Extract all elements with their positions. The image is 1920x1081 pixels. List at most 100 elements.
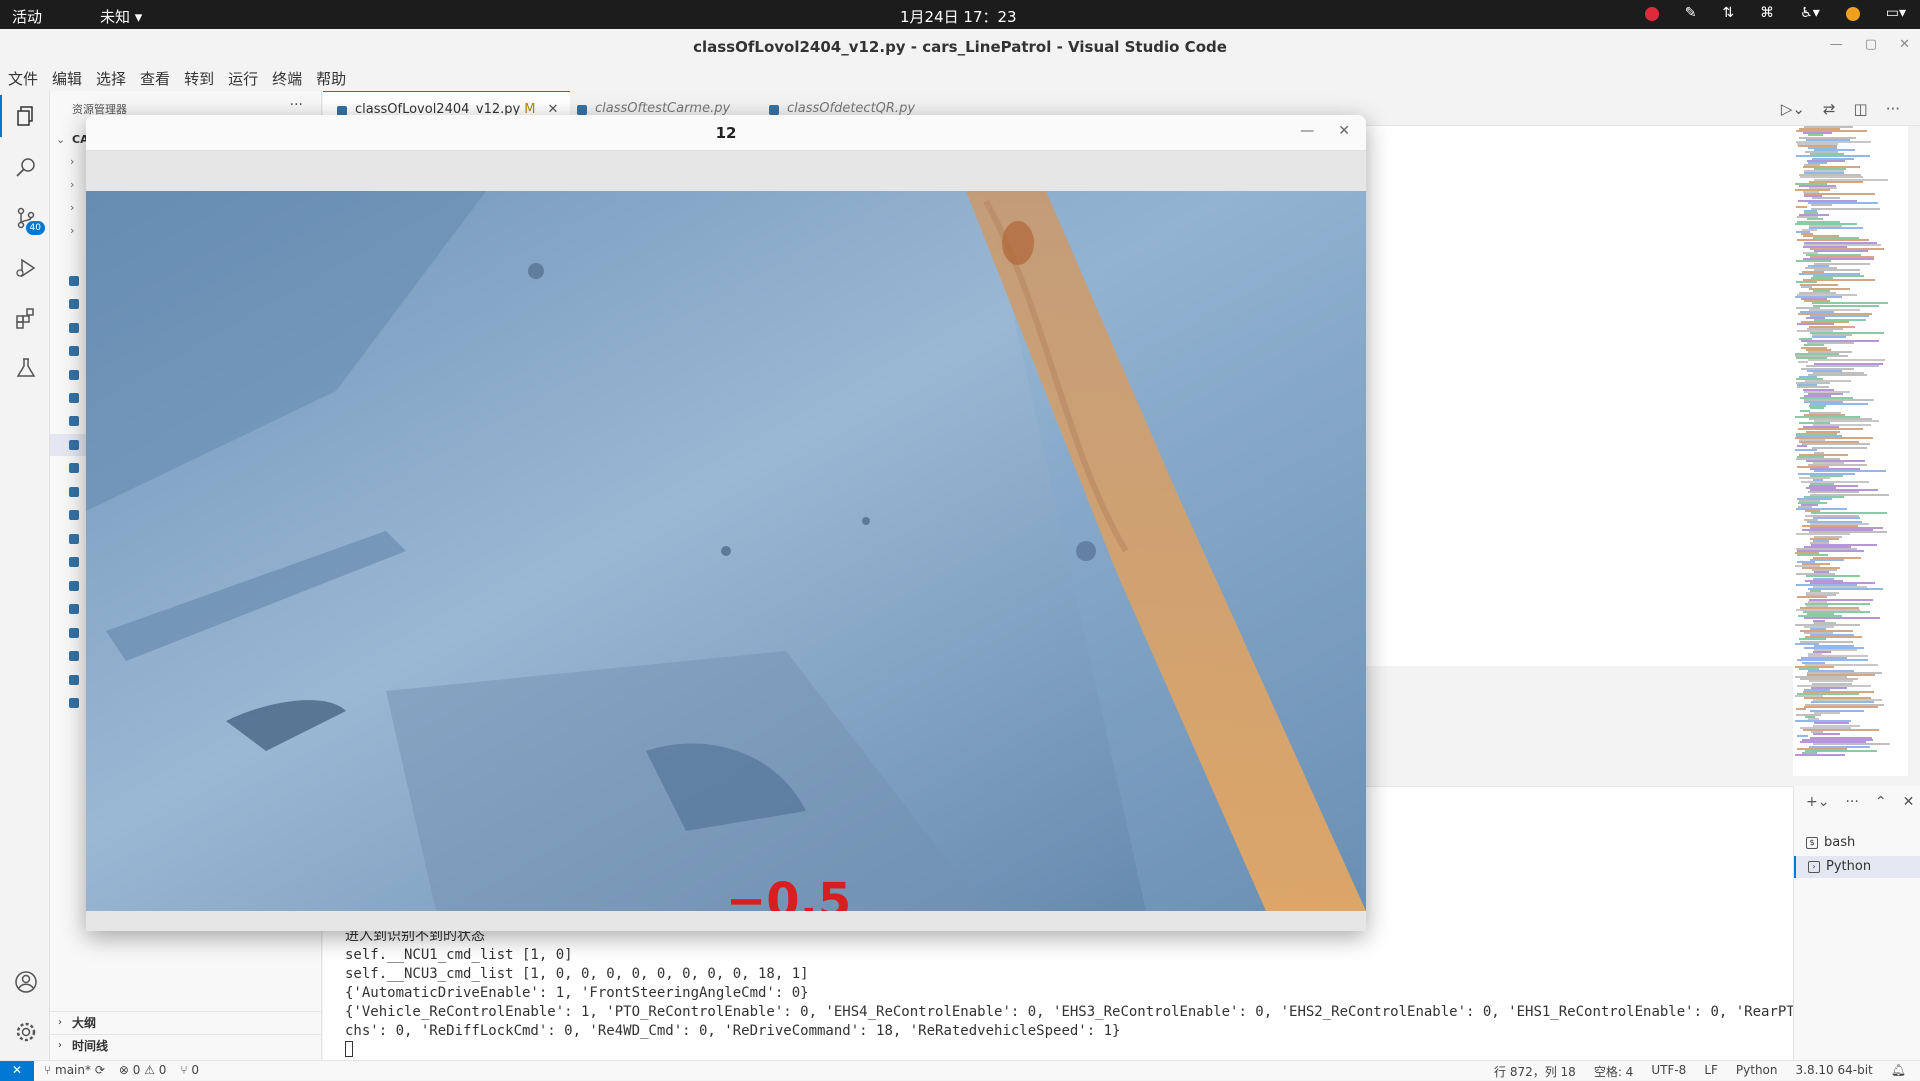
steering-offset-value: −0.5: [726, 873, 852, 911]
minimap[interactable]: [1793, 126, 1908, 776]
network-icon[interactable]: ⇅: [1722, 5, 1734, 21]
python-file-icon[interactable]: [69, 276, 79, 286]
outline-section[interactable]: › 大纲: [50, 1011, 322, 1033]
close-icon[interactable]: ✕: [1899, 37, 1910, 52]
terminal-icon: $: [1806, 837, 1818, 849]
encoding[interactable]: UTF-8: [1651, 1063, 1686, 1080]
chevron-right-icon: ›: [58, 1017, 62, 1028]
settings-gear-icon[interactable]: [13, 1019, 39, 1045]
source-control-icon[interactable]: 40: [13, 205, 45, 235]
chevron-right-icon[interactable]: ›: [70, 201, 74, 214]
menu-file[interactable]: 文件: [8, 65, 44, 91]
tab-label: classOftestCarme.py: [595, 101, 731, 116]
minimap-line: [1812, 447, 1867, 450]
command-icon[interactable]: ⌘: [1760, 5, 1774, 21]
battery-icon[interactable]: ▭▾: [1886, 5, 1906, 21]
menu-edit[interactable]: 编辑: [52, 65, 88, 91]
app-menu[interactable]: 未知 ▾: [100, 6, 142, 27]
outline-label: 大纲: [72, 1016, 97, 1030]
chevron-right-icon[interactable]: ›: [70, 178, 74, 191]
extensions-icon[interactable]: [13, 305, 39, 331]
chevron-down-icon[interactable]: ⌄: [56, 133, 65, 146]
explorer-icon[interactable]: [0, 95, 39, 137]
scm-badge: 40: [25, 221, 45, 235]
maximize-icon[interactable]: ▢: [1865, 37, 1877, 52]
minimap-line: [1813, 516, 1860, 519]
python-file-icon[interactable]: [69, 440, 79, 450]
close-icon[interactable]: ✕: [1338, 123, 1350, 139]
maximize-panel-icon[interactable]: ⌃: [1875, 794, 1887, 810]
split-editor-icon[interactable]: ◫: [1854, 100, 1868, 118]
python-file-icon[interactable]: [69, 581, 79, 591]
minimap-line: [1797, 445, 1807, 448]
new-terminal-icon[interactable]: +⌄: [1806, 794, 1829, 810]
minimize-icon[interactable]: —: [1300, 123, 1314, 139]
branch-indicator[interactable]: ⑂ main* ⟳: [44, 1063, 105, 1077]
python-file-icon[interactable]: [69, 698, 79, 708]
python-file-icon[interactable]: [69, 370, 79, 380]
terminal-output: 进入到识别不到的状态 self.__NCU1_cmd_list [1, 0] s…: [345, 927, 1845, 1060]
python-file-icon[interactable]: [69, 393, 79, 403]
python-file-icon[interactable]: [69, 510, 79, 520]
python-file-icon[interactable]: [69, 557, 79, 567]
python-file-icon[interactable]: [69, 323, 79, 333]
chevron-right-icon[interactable]: ›: [70, 224, 74, 237]
python-file-icon[interactable]: [69, 604, 79, 614]
menu-terminal[interactable]: 终端: [272, 65, 308, 91]
terminal-item-label: Python: [1826, 859, 1872, 874]
notifications-bell-icon[interactable]: 🔔︎: [1891, 1063, 1906, 1080]
image-statusbar: [86, 911, 1366, 931]
python-file-icon[interactable]: [69, 628, 79, 638]
minimap-line: [1802, 443, 1870, 446]
python-file-icon[interactable]: [69, 651, 79, 661]
menu-run[interactable]: 运行: [228, 65, 264, 91]
minimap-line: [1811, 207, 1880, 210]
compare-changes-icon[interactable]: ⇄: [1823, 100, 1836, 118]
pen-icon[interactable]: ✎: [1685, 5, 1697, 21]
python-file-icon[interactable]: [69, 534, 79, 544]
account-icon[interactable]: [13, 969, 39, 995]
menu-go[interactable]: 转到: [184, 65, 220, 91]
python-file-icon[interactable]: [69, 299, 79, 309]
python-file-icon[interactable]: [69, 487, 79, 497]
terminal-line: self.__NCU3_cmd_list [1, 0, 0, 0, 0, 0, …: [345, 966, 809, 982]
minimize-icon[interactable]: —: [1830, 37, 1843, 52]
clock[interactable]: 1月24日 17：23: [900, 6, 1017, 27]
cursor-position[interactable]: 行 872，列 18: [1494, 1063, 1576, 1080]
timeline-section[interactable]: › 时间线: [50, 1034, 322, 1056]
language-mode[interactable]: Python: [1736, 1063, 1778, 1080]
terminal-item-bash[interactable]: $ bash: [1794, 832, 1920, 854]
menu-view[interactable]: 查看: [140, 65, 176, 91]
run-file-icon[interactable]: ▷⌄: [1781, 100, 1805, 118]
image-viewer-window[interactable]: 12 — ✕ −0.5: [86, 115, 1366, 931]
run-debug-icon[interactable]: [13, 255, 39, 281]
python-interpreter[interactable]: 3.8.10 64-bit: [1796, 1063, 1873, 1080]
window-title: classOfLovol2404_v12.py - cars_LinePatro…: [693, 38, 1227, 56]
system-top-bar: 活动 未知 ▾ 1月24日 17：23 ✎ ⇅ ⌘ ♿▾ ▭▾: [0, 0, 1920, 29]
more-actions-icon[interactable]: ···: [1845, 794, 1858, 810]
accessibility-icon[interactable]: ♿▾: [1800, 5, 1820, 21]
more-actions-icon[interactable]: ···: [1886, 100, 1900, 118]
python-file-icon[interactable]: [69, 675, 79, 685]
status-dot-icon[interactable]: [1845, 7, 1860, 21]
indentation[interactable]: 空格: 4: [1594, 1063, 1634, 1080]
minimap-line: [1810, 558, 1844, 561]
ports-indicator[interactable]: ⑂ 0: [180, 1063, 199, 1077]
terminal-item-python[interactable]: › Python: [1794, 856, 1920, 878]
testing-icon[interactable]: [13, 355, 39, 381]
python-file-icon[interactable]: [69, 416, 79, 426]
activities-button[interactable]: 活动: [12, 6, 42, 27]
close-panel-icon[interactable]: ✕: [1903, 794, 1915, 810]
search-icon[interactable]: [13, 155, 39, 181]
window-titlebar: classOfLovol2404_v12.py - cars_LinePatro…: [0, 29, 1920, 65]
python-file-icon[interactable]: [69, 463, 79, 473]
menu-help[interactable]: 帮助: [316, 65, 352, 91]
chevron-right-icon[interactable]: ›: [70, 155, 74, 168]
problems-indicator[interactable]: ⊗ 0 ⚠ 0: [119, 1063, 167, 1077]
remote-indicator-icon[interactable]: ✕: [0, 1061, 34, 1081]
end-of-line[interactable]: LF: [1704, 1063, 1718, 1080]
python-file-icon[interactable]: [69, 346, 79, 356]
more-actions-icon[interactable]: ···: [290, 97, 303, 113]
menu-selection[interactable]: 选择: [96, 65, 132, 91]
alert-icon[interactable]: [1644, 7, 1659, 21]
